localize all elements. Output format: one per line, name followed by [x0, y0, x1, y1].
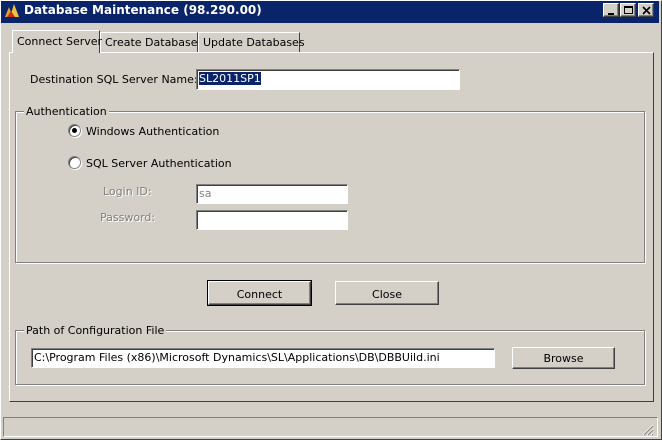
connect-button-label: Connect [236, 288, 283, 301]
server-name-input[interactable]: SL2011SP1 [196, 69, 460, 90]
status-bar [3, 417, 658, 437]
resize-grip-icon[interactable] [640, 422, 654, 436]
close-button-label: Close [372, 288, 402, 301]
windows-auth-label[interactable]: Windows Authentication [86, 125, 219, 138]
server-name-value: SL2011SP1 [199, 72, 261, 85]
password-input[interactable] [196, 210, 348, 230]
close-window-button[interactable] [638, 3, 654, 17]
sql-auth-label[interactable]: SQL Server Authentication [86, 157, 232, 170]
tab-label: Update Databases [203, 36, 305, 49]
server-name-label: Destination SQL Server Name: [30, 73, 198, 86]
tab-label: Create Databases [105, 36, 204, 49]
connect-button[interactable]: Connect [207, 280, 312, 306]
browse-button[interactable]: Browse [512, 347, 615, 369]
close-button[interactable]: Close [335, 281, 439, 305]
tab-label: Connect Server [17, 35, 103, 48]
close-icon [642, 6, 651, 15]
maximize-button[interactable] [620, 3, 636, 17]
login-id-input[interactable]: sa [196, 184, 348, 204]
sql-auth-radio[interactable] [68, 156, 81, 169]
window-title: Database Maintenance (98.290.00) [24, 3, 262, 17]
authentication-legend: Authentication [24, 105, 109, 118]
password-label: Password: [100, 211, 156, 224]
minimize-button[interactable] [603, 3, 619, 17]
login-id-label: Login ID: [103, 185, 152, 198]
config-file-legend: Path of Configuration File [24, 324, 167, 337]
tab-update-databases[interactable]: Update Databases [198, 32, 305, 52]
maximize-icon [624, 6, 633, 14]
minimize-icon [608, 13, 614, 15]
tab-create-databases[interactable]: Create Databases [100, 32, 203, 52]
radio-selected-dot [72, 128, 77, 133]
browse-button-label: Browse [543, 352, 584, 365]
windows-auth-radio[interactable] [68, 124, 81, 137]
tab-connect-server[interactable]: Connect Server [12, 30, 103, 53]
config-path-input[interactable]: C:\Program Files (x86)\Microsoft Dynamic… [31, 348, 495, 368]
database-maintenance-icon[interactable] [4, 2, 20, 18]
